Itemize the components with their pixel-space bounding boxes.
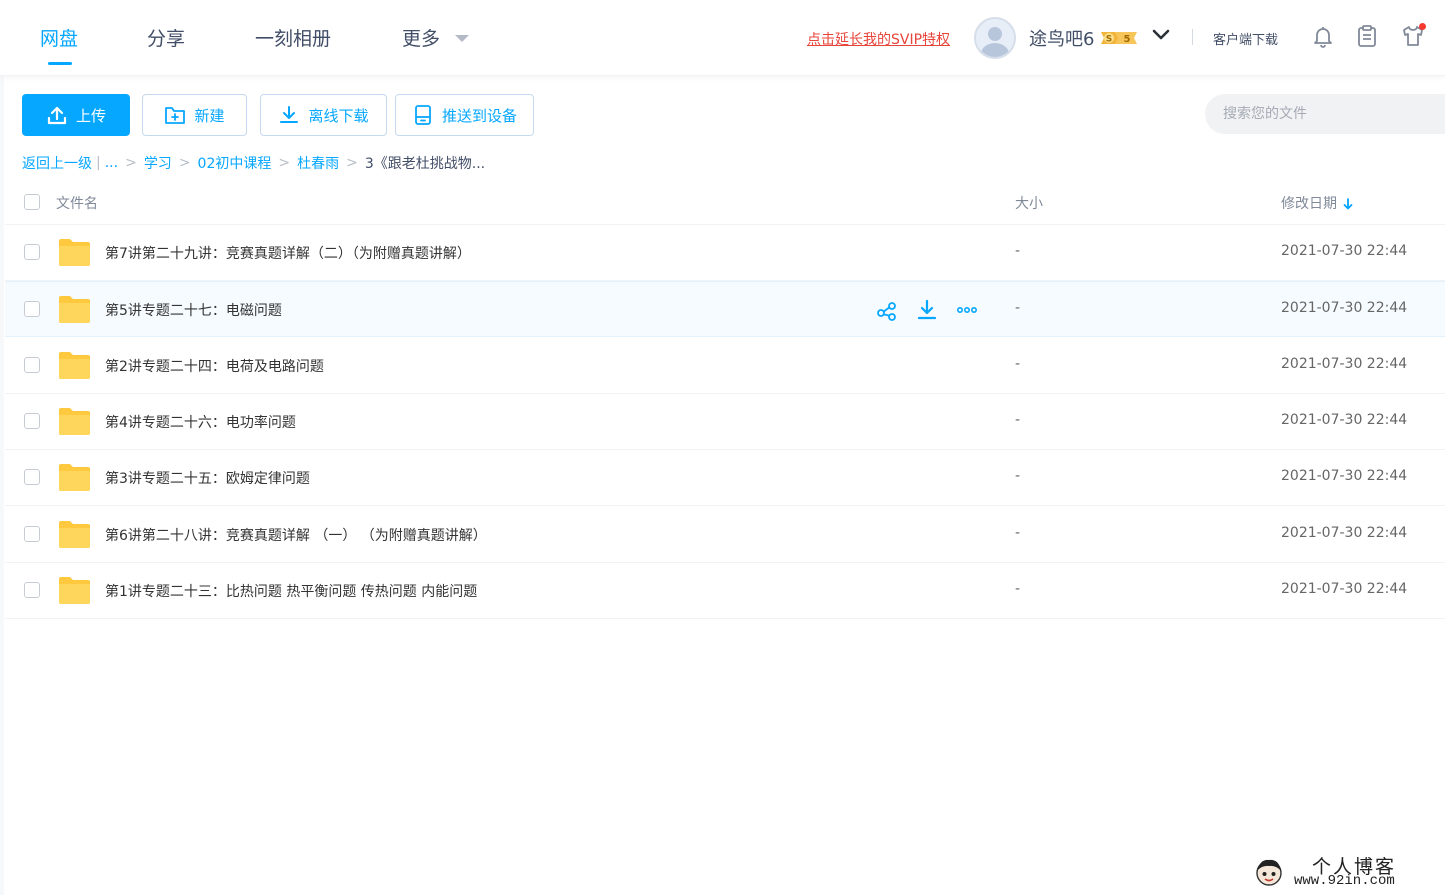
watermark: 个人博客 www.92in.com [1252, 852, 1442, 892]
table-row[interactable]: 第2讲专题二十四：电荷及电路问题 - 2021-07-30 22:44 [5, 337, 1445, 394]
bell-icon[interactable] [1311, 24, 1335, 48]
nav-tab-share[interactable]: 分享 [147, 24, 185, 51]
more-icon[interactable] [955, 298, 979, 322]
file-name[interactable]: 第5讲专题二十七：电磁问题 [105, 300, 282, 320]
file-size: - [1015, 243, 1021, 259]
folder-icon [59, 351, 90, 379]
svg-text:S: S [1106, 35, 1112, 45]
table-row[interactable]: 第1讲专题二十三：比热问题 热平衡问题 传热问题 内能问题 - 2021-07-30… [5, 562, 1445, 619]
file-size: - [1015, 411, 1021, 428]
folder-icon [59, 576, 90, 604]
file-size: - [1015, 524, 1021, 541]
file-name[interactable]: 第1讲专题二十三：比热问题 热平衡问题 传热问题 内能问题 [105, 581, 477, 601]
new-folder-button[interactable]: 新建 [142, 94, 247, 136]
svip-renew-link[interactable]: 点击延长我的SVIP特权 [807, 29, 950, 49]
download-icon [280, 106, 299, 123]
notification-dot [1419, 23, 1426, 30]
avatar[interactable] [974, 17, 1016, 59]
row-actions [875, 298, 979, 322]
nav-tab-album[interactable]: 一刻相册 [255, 24, 331, 51]
row-checkbox[interactable] [24, 356, 40, 373]
breadcrumb-current: 3《跟老杜挑战物... [364, 156, 486, 172]
file-name[interactable]: 第6讲第二十八讲：竞赛真题详解 （一） （为附赠真题讲解） [105, 525, 487, 545]
left-edge [0, 76, 4, 895]
offline-download-button[interactable]: 离线下载 [260, 94, 387, 136]
row-checkbox[interactable] [24, 301, 40, 318]
watermark-url: www.92in.com [1294, 873, 1395, 889]
row-checkbox[interactable] [24, 525, 40, 542]
table-row[interactable]: 第7讲第二十九讲：竞赛真题详解（二）（为附赠真题讲解） - 2021-07-30 2… [5, 225, 1445, 281]
file-name[interactable]: 第7讲第二十九讲：竞赛真题详解（二）（为附赠真题讲解） [105, 243, 471, 263]
nav-tab-more[interactable]: 更多 [402, 24, 440, 51]
row-checkbox[interactable] [24, 581, 40, 598]
push-to-device-button[interactable]: 推送到设备 [395, 94, 534, 136]
new-folder-icon [165, 107, 186, 124]
file-modified: 2021-07-30 22:44 [1281, 355, 1408, 372]
vip-level: 5 [1124, 34, 1131, 45]
search-input[interactable] [1205, 94, 1445, 134]
svip-badge-icon: S 5 [1101, 32, 1137, 45]
push-to-device-label: 推送到设备 [441, 106, 517, 125]
column-header-modified[interactable]: 修改日期 [1281, 193, 1353, 213]
new-folder-button-label: 新建 [194, 106, 225, 125]
breadcrumb-item[interactable]: 学习 [144, 153, 172, 173]
upload-button[interactable]: 上传 [22, 94, 130, 136]
file-size: - [1015, 355, 1021, 372]
folder-icon [59, 296, 90, 324]
file-modified: 2021-07-30 22:44 [1281, 243, 1408, 259]
row-checkbox[interactable] [24, 244, 40, 260]
breadcrumb-item[interactable]: 02初中课程 [198, 153, 272, 173]
watermark-face-icon [1256, 859, 1282, 886]
folder-icon [59, 520, 90, 548]
file-name[interactable]: 第3讲专题二十五：欧姆定律问题 [105, 468, 310, 488]
file-name[interactable]: 第2讲专题二十四：电荷及电路问题 [105, 356, 324, 376]
download-icon[interactable] [915, 298, 939, 322]
header-divider [1192, 29, 1193, 45]
row-checkbox[interactable] [24, 469, 40, 486]
file-size: - [1015, 468, 1021, 485]
user-menu-chevron-icon[interactable] [1152, 28, 1170, 42]
sort-desc-icon[interactable] [1343, 198, 1353, 210]
file-name[interactable]: 第4讲专题二十六：电功率问题 [105, 412, 296, 432]
folder-icon [59, 407, 90, 435]
nav-active-underline [48, 62, 72, 65]
breadcrumb: 返回上一级 | ... > 学习 > 02初中课程 > 杜春雨 > 3《跟老杜挑… [22, 153, 486, 173]
breadcrumb-item[interactable]: 杜春雨 [297, 153, 339, 173]
file-size: - [1015, 300, 1021, 317]
row-checkbox[interactable] [24, 412, 40, 429]
folder-icon [59, 239, 90, 266]
table-row[interactable]: 第5讲专题二十七：电磁问题 - 2021-07-30 22:44 [5, 281, 1445, 338]
file-modified: 2021-07-30 22:44 [1281, 300, 1408, 317]
table-row[interactable]: 第6讲第二十八讲：竞赛真题详解 （一） （为附赠真题讲解） - 2021-07-30… [5, 506, 1445, 563]
table-row[interactable]: 第3讲专题二十五：欧姆定律问题 - 2021-07-30 22:44 [5, 450, 1445, 507]
offline-download-label: 离线下载 [308, 106, 369, 125]
select-all-checkbox[interactable] [24, 194, 40, 210]
upload-icon [47, 106, 67, 125]
table-row[interactable]: 第4讲专题二十六：电功率问题 - 2021-07-30 22:44 [5, 393, 1445, 450]
table-header: 文件名 大小 修改日期 [5, 180, 1445, 225]
column-header-size[interactable]: 大小 [1015, 193, 1043, 213]
device-icon [415, 105, 431, 125]
file-modified: 2021-07-30 22:44 [1281, 411, 1408, 428]
nav-tab-netdisk[interactable]: 网盘 [40, 24, 78, 51]
file-modified: 2021-07-30 22:44 [1281, 524, 1408, 541]
upload-button-label: 上传 [75, 106, 106, 125]
clipboard-icon[interactable] [1355, 24, 1379, 48]
file-modified: 2021-07-30 22:44 [1281, 580, 1408, 597]
username[interactable]: 途鸟吧6 [1029, 25, 1094, 51]
top-bar: 网盘 分享 一刻相册 更多 点击延长我的SVIP特权 途鸟吧6 S 5 客户端下… [0, 0, 1445, 76]
file-modified: 2021-07-30 22:44 [1281, 468, 1408, 485]
file-size: - [1015, 580, 1021, 597]
breadcrumb-divider: | [96, 155, 101, 171]
more-caret-icon[interactable] [455, 35, 469, 42]
breadcrumb-ellipsis[interactable]: ... [105, 155, 118, 171]
share-icon[interactable] [875, 298, 899, 322]
column-header-name[interactable]: 文件名 [56, 193, 98, 213]
breadcrumb-back[interactable]: 返回上一级 [22, 153, 92, 173]
folder-icon [59, 464, 90, 492]
client-download-link[interactable]: 客户端下载 [1213, 29, 1278, 48]
